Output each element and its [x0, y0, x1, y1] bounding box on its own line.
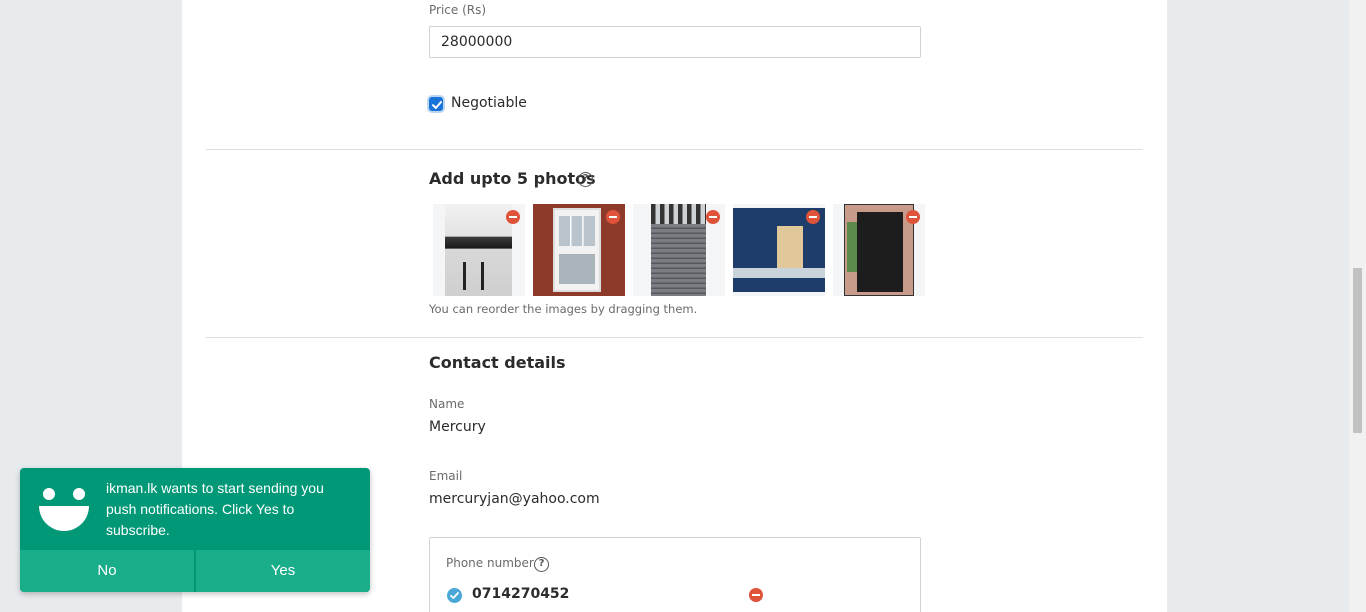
check-icon [432, 101, 442, 109]
window-pane [559, 254, 595, 284]
name-value: Mercury [429, 419, 486, 435]
price-label: Price (Rs) [429, 3, 487, 17]
push-notification-prompt: ikman.lk wants to start sending you push… [20, 468, 370, 592]
remove-photo-icon[interactable] [606, 210, 620, 224]
help-icon[interactable]: ? [534, 557, 549, 572]
remove-photo-icon[interactable] [506, 210, 520, 224]
stool-leg [463, 262, 466, 290]
yes-button[interactable]: Yes [196, 550, 370, 592]
photo-thumbnail-2[interactable] [533, 204, 625, 296]
page-scrollbar[interactable] [1349, 0, 1366, 612]
phone-label: Phone number [446, 556, 534, 570]
phone-value: 0714270452 [472, 586, 570, 602]
no-button[interactable]: No [20, 550, 194, 592]
smiley-logo-icon [39, 488, 89, 531]
photos-section-title: Add upto 5 photos [429, 169, 596, 188]
photo-thumbnail-4[interactable] [733, 204, 825, 296]
remove-photo-icon[interactable] [806, 210, 820, 224]
window-pane [559, 216, 595, 246]
negotiable-checkbox[interactable] [429, 97, 443, 111]
remove-photo-icon[interactable] [906, 210, 920, 224]
name-label: Name [429, 397, 465, 411]
kitchen-counter [733, 268, 825, 278]
photo-thumbnail-3[interactable] [633, 204, 725, 296]
photos-hint: You can reorder the images by dragging t… [429, 302, 698, 316]
negotiable-label: Negotiable [451, 95, 527, 111]
photo-thumbnail-1[interactable] [433, 204, 525, 296]
contact-section-title: Contact details [429, 353, 566, 372]
photo-image-1 [445, 204, 512, 296]
remove-phone-icon[interactable] [749, 588, 763, 602]
kitchen-shelf [777, 226, 803, 270]
notification-message: ikman.lk wants to start sending you push… [106, 480, 324, 538]
verified-check-icon [447, 588, 462, 603]
email-value: mercuryjan@yahoo.com [429, 491, 600, 507]
photo-thumbnail-5[interactable] [833, 204, 925, 296]
remove-photo-icon[interactable] [706, 210, 720, 224]
stool-leg [481, 262, 484, 290]
shutter-top [651, 204, 706, 224]
scrollbar-thumb[interactable] [1353, 268, 1362, 433]
phone-number-box: Phone number ? 0714270452 [429, 537, 921, 612]
section-divider [206, 149, 1143, 150]
email-label: Email [429, 469, 463, 483]
help-icon[interactable]: ? [578, 172, 593, 187]
price-input[interactable]: 28000000 [429, 26, 921, 58]
door-panel [857, 212, 903, 292]
section-divider [206, 337, 1143, 338]
garden-strip [847, 222, 857, 272]
